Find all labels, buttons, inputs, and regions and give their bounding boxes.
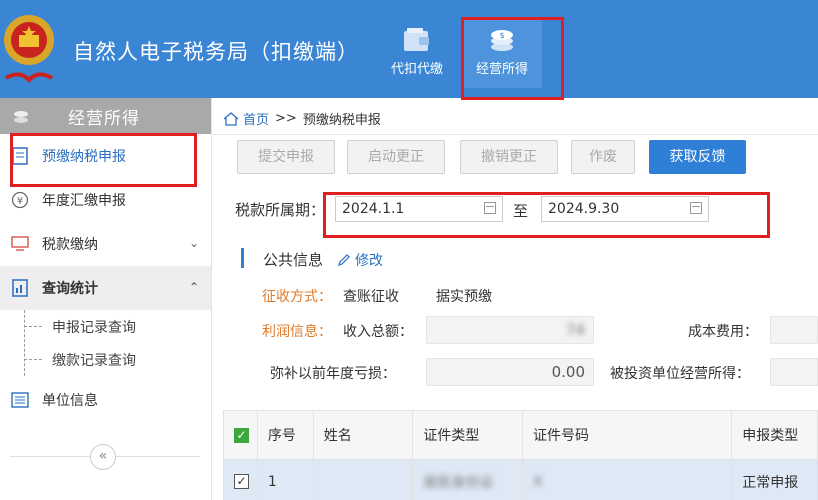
table-header: ✓ 序号 姓名 证件类型 证件号码 申报类型: [223, 410, 818, 460]
column-header: 证件号码: [523, 411, 733, 459]
cancel-correction-button[interactable]: 撤销更正: [460, 140, 558, 174]
pencil-icon: [338, 253, 350, 266]
sidebar-item-prepay-declaration[interactable]: 预缴纳税申报: [0, 134, 211, 178]
total-income-label: 收入总额：: [343, 324, 413, 340]
home-icon: [223, 111, 239, 126]
sidebar-item-query-stats[interactable]: 查询统计 ⌃: [0, 266, 211, 310]
sidebar-title: 经营所得: [68, 109, 140, 129]
column-header: 证件类型: [413, 411, 524, 459]
row-checkbox[interactable]: ✓: [234, 474, 249, 489]
cost-label: 成本费用：: [688, 324, 758, 340]
column-header: 姓名: [314, 411, 414, 459]
total-income-field[interactable]: 74: [426, 316, 594, 344]
chevron-up-icon[interactable]: ⌃: [189, 280, 199, 294]
public-info-section: 公共信息 修改: [263, 249, 383, 270]
coins-icon: [14, 111, 28, 123]
main-content: 首页 >> 预缴纳税申报 提交申报 启动更正 撤销更正 作废 获取反馈 税款所属…: [213, 98, 818, 500]
table-cell: 1: [258, 460, 314, 500]
chart-doc-icon: [10, 278, 30, 298]
section-marker: [241, 248, 244, 268]
get-feedback-button[interactable]: 获取反馈: [649, 140, 746, 174]
period-end-value: 2024.9.30: [548, 201, 620, 217]
breadcrumb-home[interactable]: 首页: [243, 109, 269, 128]
table-row[interactable]: ✓ 1 居民身份证 X 正常申报: [223, 460, 818, 500]
breadcrumb-current: 预缴纳税申报: [302, 113, 381, 128]
row-select-cell: ✓: [224, 460, 258, 500]
calendar-icon[interactable]: [484, 202, 496, 214]
sidebar-item-label: 预缴纳税申报: [42, 149, 126, 165]
svg-text:$: $: [499, 31, 504, 40]
sidebar: 经营所得 预缴纳税申报 ¥ 年度汇缴申报 税款缴纳 ⌄ 查询统计 ⌃ 申报记录查…: [0, 98, 212, 500]
sidebar-header: 经营所得: [0, 98, 211, 134]
levy-type-value: 据实预缴: [436, 289, 492, 305]
monitor-icon: [10, 234, 30, 254]
sidebar-item-label: 单位信息: [42, 393, 98, 409]
sidebar-submenu: 申报记录查询 缴款记录查询: [0, 310, 211, 376]
id-number-value: X: [533, 473, 543, 490]
total-income-value: 74: [565, 321, 585, 339]
form-icon: [10, 146, 30, 166]
select-all-checkbox[interactable]: ✓: [234, 427, 249, 443]
sidebar-subitem-payment-records[interactable]: 缴款记录查询: [0, 343, 211, 376]
sidebar-item-tax-payment[interactable]: 税款缴纳 ⌄: [0, 222, 211, 266]
national-emblem-icon: [4, 15, 54, 83]
table-cell: 居民身份证: [413, 460, 524, 500]
investee-income-field[interactable]: [770, 358, 818, 386]
collapse-sidebar-button[interactable]: «: [90, 444, 116, 470]
start-correction-button[interactable]: 启动更正: [347, 140, 445, 174]
breadcrumb: 首页 >> 预缴纳税申报: [223, 109, 381, 128]
period-label: 税款所属期：: [235, 201, 326, 219]
sidebar-item-annual-settlement[interactable]: ¥ 年度汇缴申报: [0, 178, 211, 222]
submit-declaration-button[interactable]: 提交申报: [237, 140, 335, 174]
period-end-input[interactable]: 2024.9.30: [541, 196, 709, 222]
levy-method-label: 征收方式：: [262, 289, 332, 305]
list-icon: [10, 390, 30, 410]
breadcrumb-separator: >>: [275, 111, 297, 126]
coins-icon: $: [491, 30, 513, 51]
sidebar-item-label: 税款缴纳: [42, 237, 98, 253]
period-start-value: 2024.1.1: [342, 201, 405, 217]
id-type-value: 居民身份证: [423, 474, 494, 491]
period-to-label: 至: [513, 202, 529, 220]
sidebar-item-label: 年度汇缴申报: [42, 193, 126, 209]
prior-loss-value: 0.00: [551, 363, 585, 381]
app-title: 自然人电子税务局（扣缴端）: [73, 40, 359, 64]
tab-withholding-label: 代扣代缴: [390, 62, 443, 77]
edit-label: 修改: [355, 252, 384, 269]
column-header: 申报类型: [742, 428, 799, 444]
public-info-title: 公共信息: [263, 251, 324, 269]
profit-info-label: 利润信息：: [262, 324, 332, 340]
wallet-icon: [404, 28, 429, 51]
chevron-down-icon[interactable]: ⌄: [189, 236, 199, 250]
prior-loss-field[interactable]: 0.00: [426, 358, 594, 386]
tab-business-income-label: 经营所得: [475, 62, 528, 77]
select-all-cell: ✓: [224, 411, 258, 459]
period-start-input[interactable]: 2024.1.1: [335, 196, 503, 222]
svg-text:¥: ¥: [17, 196, 23, 207]
table-cell: X: [523, 460, 733, 500]
employee-table: ✓ 序号 姓名 证件类型 证件号码 申报类型 ✓ 1 居民身份证 X 正常申报: [223, 410, 818, 500]
sidebar-item-unit-info[interactable]: 单位信息: [0, 376, 211, 424]
app-header: 自然人电子税务局（扣缴端） 代扣代缴 $ 经营所得: [0, 0, 818, 98]
investee-income-label: 被投资单位经营所得：: [610, 366, 750, 382]
sidebar-item-label: 查询统计: [42, 281, 98, 297]
calendar-icon[interactable]: [690, 202, 702, 214]
column-header: 序号: [258, 411, 314, 459]
tab-business-income[interactable]: $ 经营所得: [462, 18, 542, 88]
yen-icon: ¥: [10, 190, 30, 210]
sidebar-subitem-declaration-records[interactable]: 申报记录查询: [0, 310, 211, 343]
tab-withholding[interactable]: 代扣代缴: [377, 18, 457, 88]
prior-loss-label: 弥补以前年度亏损：: [270, 366, 396, 382]
divider: [213, 134, 818, 135]
levy-method-value: 查账征收: [343, 289, 399, 305]
edit-link[interactable]: 修改: [337, 250, 383, 270]
table-cell: [314, 460, 414, 500]
cost-field[interactable]: [770, 316, 818, 344]
table-cell: 正常申报: [742, 474, 799, 491]
void-button[interactable]: 作废: [571, 140, 635, 174]
